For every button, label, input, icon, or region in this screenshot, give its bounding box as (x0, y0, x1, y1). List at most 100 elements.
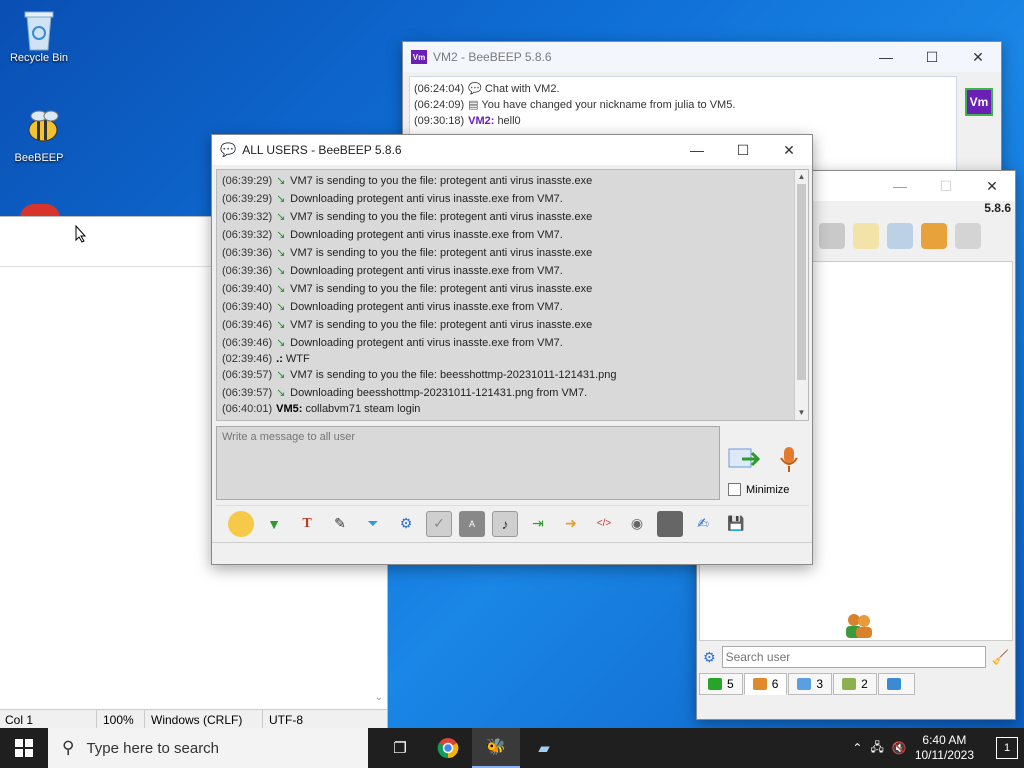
calendar-icon[interactable] (657, 510, 683, 537)
file-transfer-icon: ↘ (276, 319, 286, 331)
scroll-thumb[interactable] (797, 184, 806, 380)
chrome-taskbar-button[interactable] (424, 728, 472, 768)
chevron-down-icon[interactable]: ⌄ (375, 692, 383, 703)
vertical-scrollbar[interactable]: ▲ ▼ (794, 170, 808, 420)
status-encoding: UTF-8 (269, 713, 303, 727)
trash-icon[interactable] (955, 223, 981, 249)
music-note-icon[interactable]: ♪ (492, 510, 518, 537)
chat-log-line: (06:39:40) ↘ VM7 is sending to you the fil… (222, 280, 808, 298)
minimize-button[interactable]: — (674, 135, 720, 165)
clock-time: 6:40 AM (922, 733, 967, 747)
checkbox[interactable] (728, 483, 741, 496)
desktop-icon-label: BeeBEEP (14, 152, 64, 164)
timestamp: (09:30:18) (414, 115, 465, 127)
message-text: VM7 is sending to you the file: protegen… (290, 175, 593, 187)
tools-icon[interactable] (887, 223, 913, 249)
titlebar[interactable]: 💬 ALL USERS - BeeBEEP 5.8.6 — ☐ ✕ (212, 135, 812, 165)
message-text: VM7 is sending to you the file: protegen… (290, 283, 593, 295)
beebeep-taskbar-button[interactable]: 🐝 (472, 728, 520, 768)
filter-icon[interactable]: ⏷ (360, 511, 386, 537)
timestamp: (06:39:36) (222, 247, 273, 259)
file-transfer-icon: ↘ (276, 301, 286, 313)
tab-count: 6 (771, 677, 779, 691)
close-button[interactable]: ✕ (955, 42, 1001, 72)
scroll-down-arrow-icon[interactable]: ▼ (795, 406, 808, 420)
message-text: WTF (285, 353, 310, 365)
file-transfer-icon: ↘ (276, 387, 286, 399)
minimize-button[interactable]: — (863, 42, 909, 72)
envelope-icon[interactable] (819, 223, 845, 249)
edit-icon[interactable] (853, 223, 879, 249)
titlebar[interactable]: Vm VM2 - BeeBEEP 5.8.6 — ☐ ✕ (403, 42, 1001, 72)
chat-tab-icon (708, 678, 722, 690)
timestamp: (06:39:46) (222, 337, 273, 349)
sender-nick: VM2: (468, 115, 495, 127)
users-tab-icon (752, 678, 767, 690)
tab-shares[interactable]: 2 (833, 673, 877, 695)
screenshot-icon[interactable]: ◉ (624, 511, 650, 537)
chat-log-line: (06:39:57) ↘ Downloading beesshottmp-20231… (222, 384, 808, 402)
message-input[interactable] (216, 426, 720, 500)
chat-log-line: (06:40:01) VM5: collabvm71 steam login (222, 402, 808, 416)
save-icon[interactable]: 💾 (723, 511, 749, 537)
volume-muted-icon[interactable]: 🔇 (892, 741, 907, 755)
taskbar-search[interactable]: ⚲ Type here to search (48, 728, 368, 768)
dictionary-icon[interactable]: A (459, 510, 485, 537)
message-text: Chat with VM2. (484, 83, 560, 95)
scroll-up-arrow-icon[interactable]: ▲ (795, 170, 808, 184)
timestamp: (06:39:36) (222, 265, 273, 277)
desktop-icon-beebeep[interactable]: BeeBEEP (4, 108, 74, 164)
close-button[interactable]: ✕ (969, 171, 1015, 201)
minimize-button[interactable]: — (877, 171, 923, 201)
maximize-button[interactable]: ☐ (909, 42, 955, 72)
tab-users[interactable]: 6 (743, 673, 788, 695)
clear-broom-icon[interactable]: 🧹 (992, 649, 1009, 666)
notification-center-button[interactable]: 1 (996, 737, 1018, 759)
send-button[interactable] (728, 446, 761, 472)
minimize-checkbox[interactable]: Minimize (728, 483, 789, 496)
all-users-chat-window: 💬 ALL USERS - BeeBEEP 5.8.6 — ☐ ✕ (06:39… (211, 134, 813, 565)
message-text: collabvm71 steam login (305, 403, 421, 415)
desktop-icon-label: Recycle Bin (9, 52, 69, 64)
system-icon: ▤ (468, 99, 479, 111)
chevron-up-icon[interactable]: ⌃ (852, 741, 862, 755)
search-user-input[interactable] (721, 646, 986, 668)
task-view-button[interactable]: ❐ (376, 728, 424, 768)
chat-log[interactable]: (06:39:29) ↘ VM7 is sending to you the fil… (216, 169, 809, 421)
tab-groups[interactable]: 3 (788, 673, 833, 695)
share-icon[interactable] (921, 223, 947, 249)
clock[interactable]: 6:40 AM 10/11/2023 (915, 733, 974, 763)
close-button[interactable]: ✕ (766, 135, 812, 165)
emoticon-icon[interactable] (228, 510, 254, 537)
vm2-avatar: Vm (965, 88, 993, 116)
file-transfer-icon: ↘ (276, 229, 286, 241)
font-icon[interactable]: T (294, 511, 320, 537)
message-text: Downloading beesshottmp-20231011-121431.… (290, 387, 588, 399)
message-text: VM7 is sending to you the file: protegen… (290, 319, 593, 331)
timestamp: (06:39:32) (222, 211, 273, 223)
export-icon[interactable]: ⇥ (525, 511, 551, 537)
send-folder-icon[interactable]: ➜ (558, 511, 584, 537)
tab-count: 5 (727, 677, 734, 691)
settings-gear-icon[interactable]: ⚙ (393, 511, 419, 537)
code-icon[interactable]: </> (591, 511, 617, 537)
desktop-icon-recycle-bin[interactable]: Recycle Bin (4, 8, 74, 64)
maximize-button[interactable]: ☐ (923, 171, 969, 201)
notes-icon[interactable]: ✍ (690, 511, 716, 537)
timestamp: (06:39:57) (222, 387, 273, 399)
download-icon[interactable]: ▼ (261, 511, 287, 537)
gear-icon[interactable]: ⚙ (703, 649, 716, 666)
chat-log-line: (06:39:57) ↘ VM7 is sending to you the fil… (222, 366, 808, 384)
notepad-taskbar-button[interactable]: ▰ (520, 728, 568, 768)
file-transfer-icon: ↘ (276, 337, 286, 349)
timestamp: (06:24:09) (414, 99, 465, 111)
color-wand-icon[interactable]: ✎ (327, 511, 353, 537)
tab-savedchats[interactable] (877, 673, 915, 695)
start-button[interactable] (0, 728, 48, 768)
network-icon[interactable]: 🖧 (870, 738, 883, 759)
chat-log-lines: (06:39:29) ↘ VM7 is sending to you the fil… (217, 170, 808, 416)
spellcheck-icon[interactable]: ✓ (426, 510, 452, 537)
microphone-icon[interactable] (778, 446, 800, 474)
maximize-button[interactable]: ☐ (720, 135, 766, 165)
tab-chats[interactable]: 5 (699, 673, 743, 695)
